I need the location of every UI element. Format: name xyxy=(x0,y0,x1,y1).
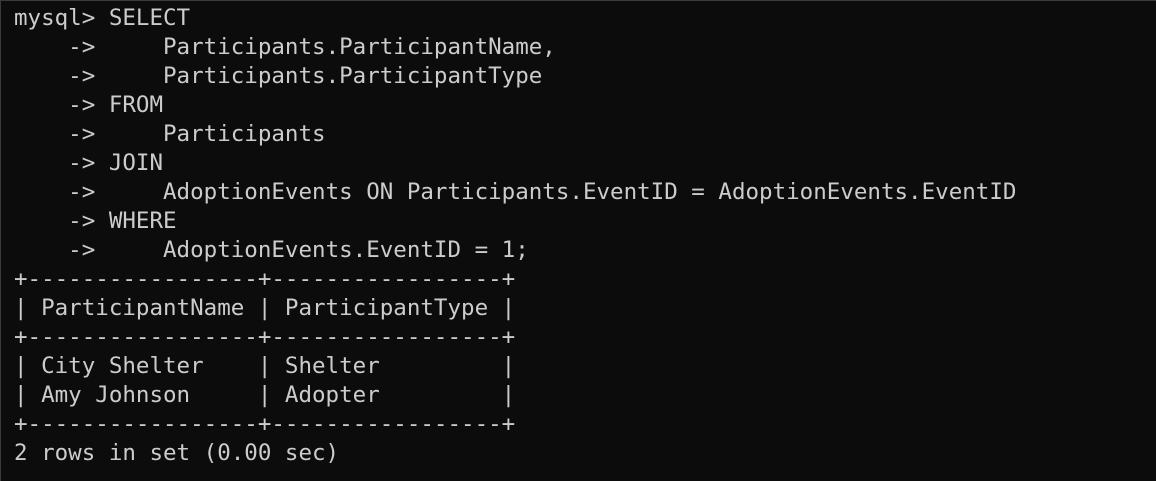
continuation-prompt: -> xyxy=(14,63,109,89)
query-text: Participants.ParticipantName, xyxy=(108,34,556,60)
terminal-window[interactable]: mysql> SELECT -> Participants.Participan… xyxy=(0,0,1156,481)
query-text: WHERE xyxy=(108,208,177,234)
query-text: SELECT xyxy=(108,5,191,31)
query-text: Participants.ParticipantType xyxy=(108,63,543,89)
query-text: FROM xyxy=(108,92,164,118)
continuation-prompt: -> xyxy=(14,237,109,263)
continuation-prompt: -> xyxy=(14,179,109,205)
query-text: AdoptionEvents.EventID = 1; xyxy=(108,237,529,263)
continuation-prompt: -> xyxy=(14,34,109,60)
result-table-border: +-----------------+-----------------+ xyxy=(14,324,516,350)
query-line: -> Participants xyxy=(14,120,1156,149)
result-table-row: | Amy Johnson | Adopter | xyxy=(14,382,516,408)
continuation-prompt: -> xyxy=(14,92,109,118)
query-text: JOIN xyxy=(108,150,164,176)
result-table-row: | City Shelter | Shelter | xyxy=(14,353,516,379)
query-line: -> Participants.ParticipantType xyxy=(14,62,1156,91)
continuation-prompt: -> xyxy=(14,208,109,234)
query-text: Participants xyxy=(108,121,326,147)
status-line: 2 rows in set (0.00 sec) xyxy=(14,440,340,466)
result-table-border: +-----------------+-----------------+ xyxy=(14,266,516,292)
query-text: AdoptionEvents ON Participants.EventID =… xyxy=(108,179,1017,205)
continuation-prompt: -> xyxy=(14,121,109,147)
query-line: mysql> SELECT xyxy=(14,4,1156,33)
query-line: -> FROM xyxy=(14,91,1156,120)
query-line: -> Participants.ParticipantName, xyxy=(14,33,1156,62)
query-line: -> AdoptionEvents.EventID = 1; xyxy=(14,236,1156,265)
query-line: -> WHERE xyxy=(14,207,1156,236)
query-line: -> AdoptionEvents ON Participants.EventI… xyxy=(14,178,1156,207)
mysql-prompt: mysql> xyxy=(14,5,109,31)
continuation-prompt: -> xyxy=(14,150,109,176)
result-table-border: +-----------------+-----------------+ xyxy=(14,411,516,437)
result-table-header: | ParticipantName | ParticipantType | xyxy=(14,295,516,321)
query-line: -> JOIN xyxy=(14,149,1156,178)
